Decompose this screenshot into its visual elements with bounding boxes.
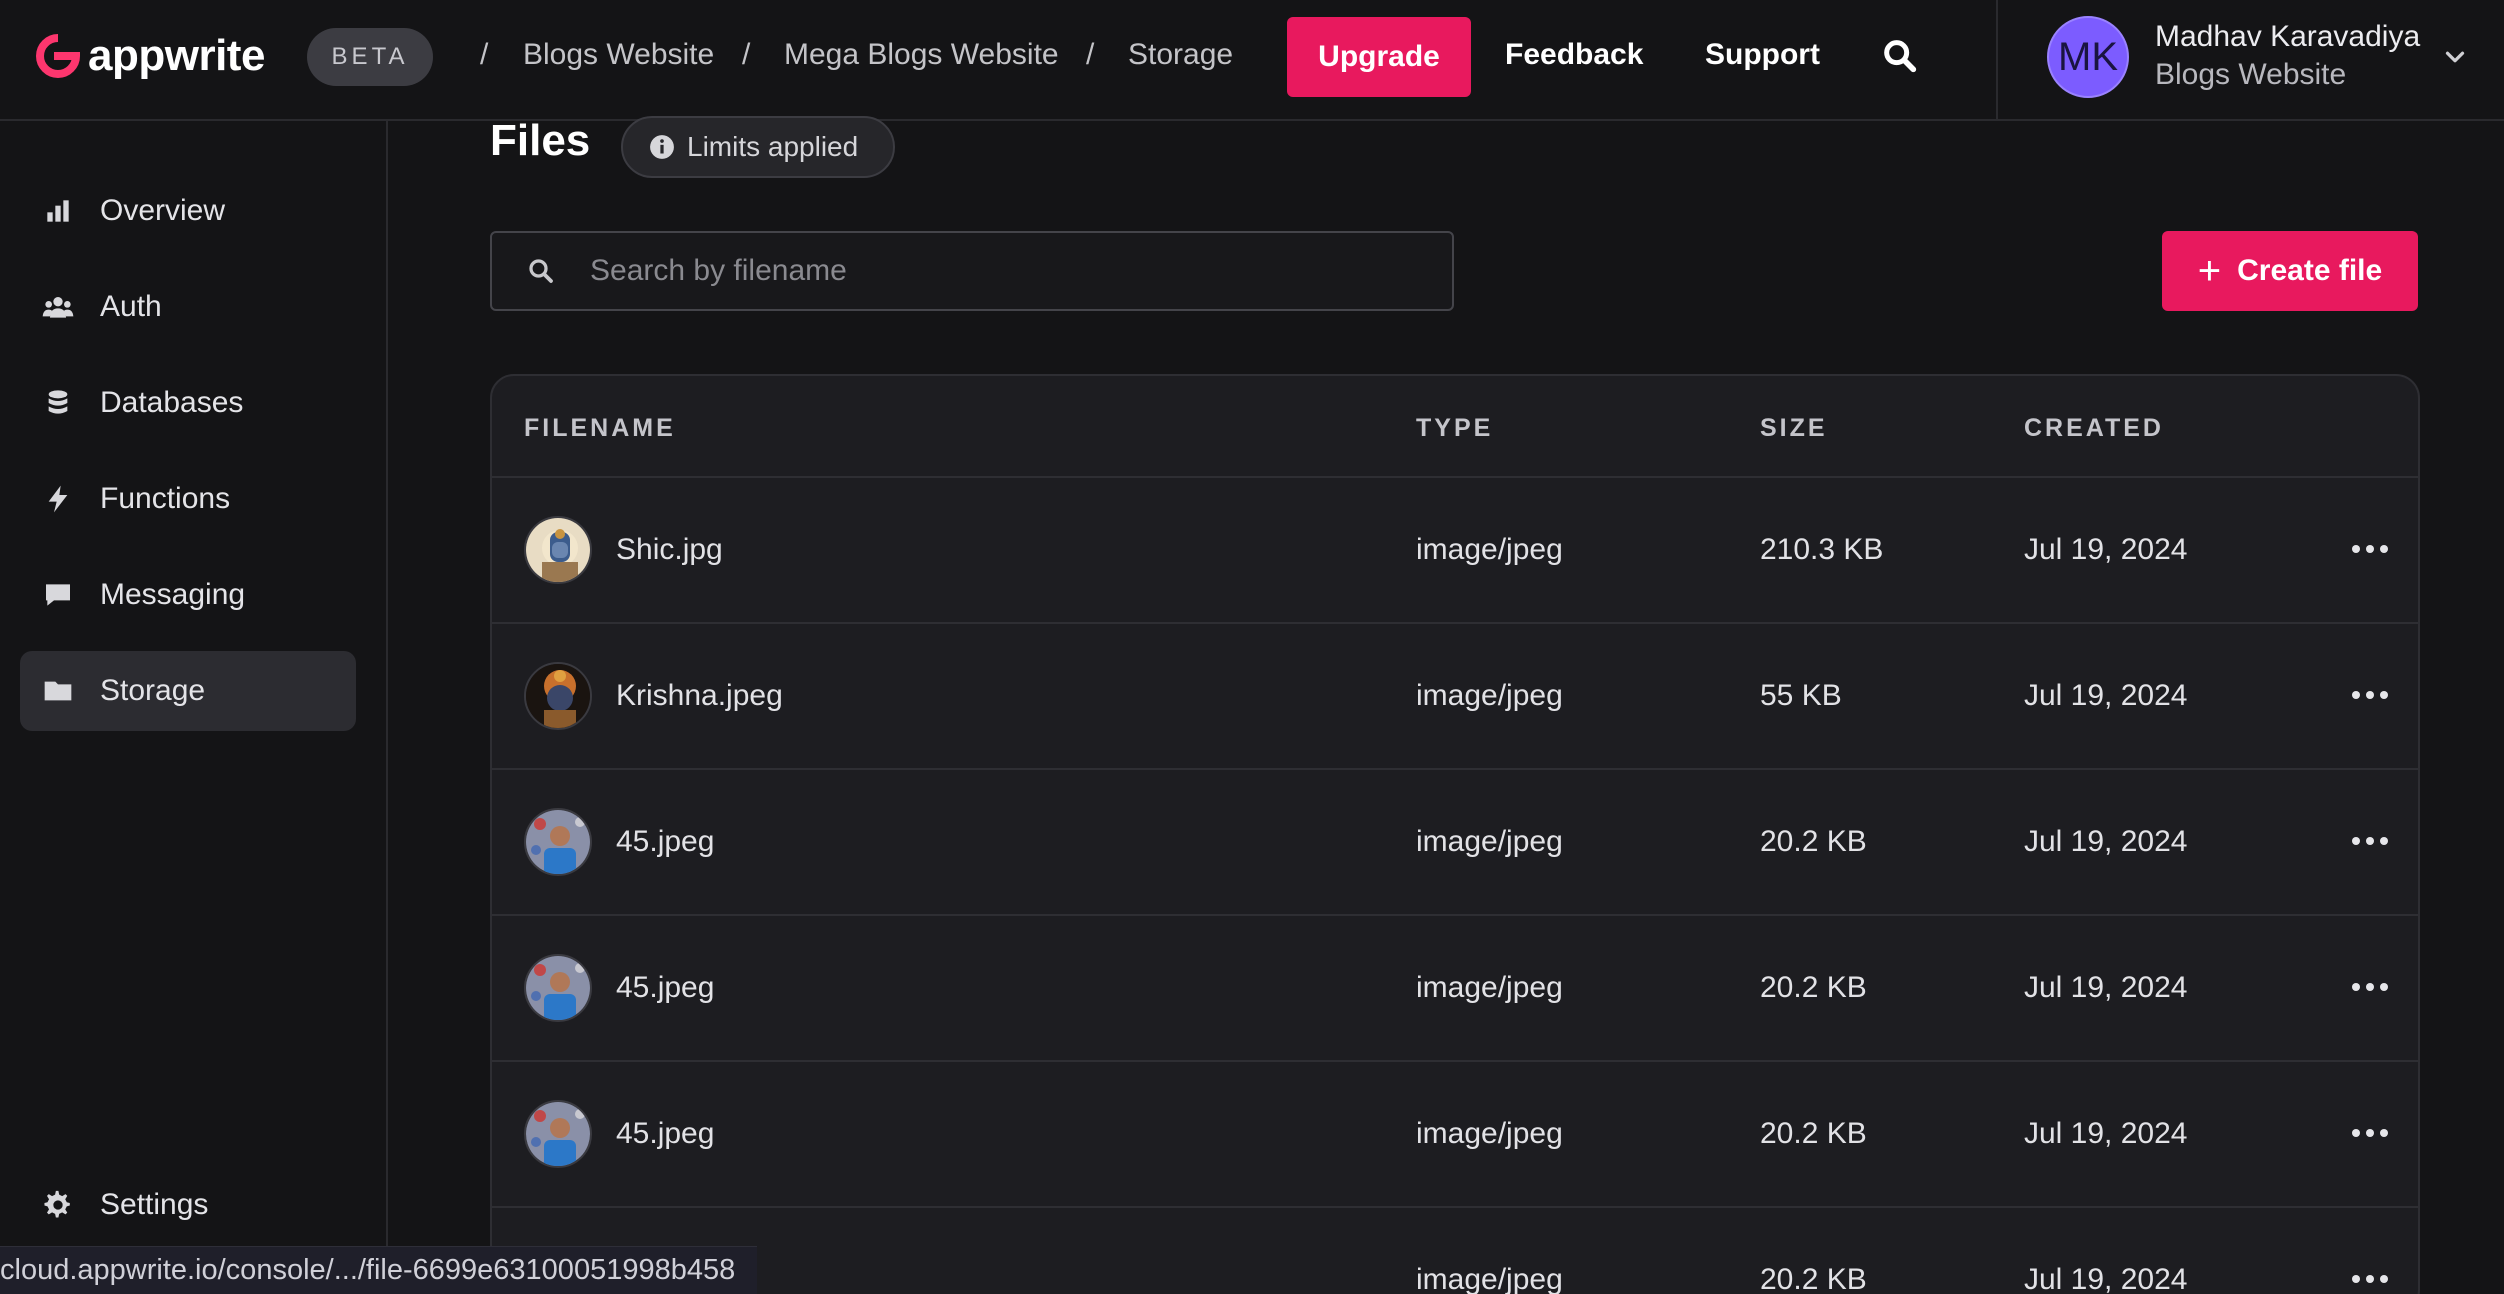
lightning-icon [48, 485, 68, 513]
table-row[interactable]: 45.jpeg image/jpeg 20.2 KB Jul 19, 2024 [492, 770, 2418, 916]
file-size: 55 KB [1760, 679, 1842, 712]
logo-text: appwrite [88, 31, 265, 80]
create-file-label: Create file [2237, 254, 2383, 287]
chat-icon [46, 584, 70, 606]
appwrite-logo[interactable]: appwrite [36, 34, 265, 78]
more-options-icon[interactable] [2352, 1264, 2388, 1294]
beta-badge: BETA [307, 28, 433, 86]
sidebar-item-label: Overview [100, 194, 226, 227]
users-icon [42, 297, 74, 318]
breadcrumb-current[interactable]: Storage [1128, 38, 1233, 72]
table-header: FILENAME TYPE SIZE CREATED [492, 376, 2418, 478]
files-table: FILENAME TYPE SIZE CREATED Shic.jpg imag… [490, 374, 2420, 1294]
file-created: Jul 19, 2024 [2024, 679, 2188, 712]
info-icon [650, 135, 674, 159]
database-icon [48, 390, 68, 414]
table-row[interactable]: 45.jpeg image/jpeg 20.2 KB Jul 19, 2024 [492, 916, 2418, 1062]
sidebar-item-databases[interactable]: Databases [20, 363, 356, 443]
breadcrumb-project[interactable]: Mega Blogs Website [784, 38, 1059, 72]
sidebar-item-label: Auth [100, 290, 162, 323]
upgrade-button[interactable]: Upgrade [1287, 17, 1471, 97]
file-created: Jul 19, 2024 [2024, 971, 2188, 1004]
more-options-icon[interactable] [2352, 1118, 2388, 1148]
file-type: image/jpeg [1416, 825, 1563, 858]
limits-badge-label: Limits applied [687, 131, 859, 162]
sidebar-item-label: Functions [100, 482, 231, 515]
header-divider [1996, 0, 1998, 121]
more-options-icon[interactable] [2352, 972, 2388, 1002]
more-options-icon[interactable] [2352, 534, 2388, 564]
table-row[interactable]: image/jpeg 20.2 KB Jul 19, 2024 [492, 1208, 2418, 1294]
file-type: image/jpeg [1416, 1117, 1563, 1150]
file-name: 45.jpeg [616, 825, 715, 858]
file-size: 20.2 KB [1760, 825, 1867, 858]
breadcrumb-separator: / [742, 38, 751, 71]
file-created: Jul 19, 2024 [2024, 533, 2188, 566]
folder-icon [44, 681, 72, 701]
file-type: image/jpeg [1416, 679, 1563, 712]
feedback-button[interactable]: Feedback [1505, 38, 1643, 72]
file-created: Jul 19, 2024 [2024, 825, 2188, 858]
sidebar: Overview Auth Databases Functions Messag… [0, 121, 388, 1294]
file-size: 20.2 KB [1760, 971, 1867, 1004]
column-header-filename[interactable]: FILENAME [524, 414, 676, 443]
column-header-created[interactable]: CREATED [2024, 414, 2164, 443]
sidebar-item-label: Messaging [100, 578, 246, 611]
table-row[interactable]: Krishna.jpeg image/jpeg 55 KB Jul 19, 20… [492, 624, 2418, 770]
sidebar-item-label: Databases [100, 386, 244, 419]
sidebar-item-functions[interactable]: Functions [20, 459, 356, 539]
plus-icon: + [2197, 249, 2222, 293]
page-title: Files [490, 116, 591, 165]
search-icon [529, 259, 553, 283]
file-thumbnail [524, 1100, 592, 1168]
file-name: 45.jpeg [616, 1117, 715, 1150]
sidebar-item-label: Settings [100, 1188, 209, 1221]
user-project[interactable]: Blogs Website [2155, 58, 2346, 92]
table-row[interactable]: 45.jpeg image/jpeg 20.2 KB Jul 19, 2024 [492, 1062, 2418, 1208]
chart-bar-icon [47, 200, 69, 222]
gear-icon [44, 1190, 70, 1218]
file-created: Jul 19, 2024 [2024, 1117, 2188, 1150]
sidebar-item-label: Storage [100, 674, 206, 707]
breadcrumb-organization[interactable]: Blogs Website [523, 38, 714, 72]
appwrite-logo-icon [36, 34, 80, 78]
sidebar-item-auth[interactable]: Auth [20, 267, 356, 347]
table-row[interactable]: Shic.jpg image/jpeg 210.3 KB Jul 19, 202… [492, 478, 2418, 624]
file-thumbnail [524, 808, 592, 876]
file-size: 20.2 KB [1760, 1263, 1867, 1294]
file-size: 210.3 KB [1760, 533, 1884, 566]
create-file-button[interactable]: + Create file [2162, 231, 2418, 311]
file-type: image/jpeg [1416, 533, 1563, 566]
browser-status-url: cloud.appwrite.io/console/.../file-6699e… [0, 1246, 758, 1294]
avatar[interactable]: MK [2047, 16, 2129, 98]
file-name: 45.jpeg [616, 971, 715, 1004]
file-size: 20.2 KB [1760, 1117, 1867, 1150]
file-thumbnail [524, 662, 592, 730]
chevron-down-icon[interactable] [2440, 42, 2470, 72]
column-header-type[interactable]: TYPE [1416, 414, 1493, 443]
more-options-icon[interactable] [2352, 826, 2388, 856]
file-thumbnail [524, 954, 592, 1022]
breadcrumb-separator: / [1086, 38, 1095, 71]
sidebar-item-storage[interactable]: Storage [20, 651, 356, 731]
sidebar-item-overview[interactable]: Overview [20, 171, 356, 251]
user-name[interactable]: Madhav Karavadiya [2155, 20, 2420, 54]
top-header: appwrite BETA / Blogs Website / Mega Blo… [0, 0, 2504, 121]
column-header-size[interactable]: SIZE [1760, 414, 1828, 443]
file-type: image/jpeg [1416, 971, 1563, 1004]
more-options-icon[interactable] [2352, 680, 2388, 710]
file-created: Jul 19, 2024 [2024, 1263, 2188, 1294]
sidebar-item-messaging[interactable]: Messaging [20, 555, 356, 635]
search-field[interactable] [490, 231, 1454, 311]
support-button[interactable]: Support [1705, 38, 1820, 72]
search-input[interactable] [590, 254, 1410, 288]
breadcrumb-separator: / [480, 38, 489, 71]
file-thumbnail [524, 516, 592, 584]
sidebar-item-settings[interactable]: Settings [20, 1165, 356, 1245]
search-icon[interactable] [1880, 36, 1920, 76]
file-name: Shic.jpg [616, 533, 723, 566]
file-name: Krishna.jpeg [616, 679, 783, 712]
limits-badge[interactable]: Limits applied [621, 116, 895, 178]
file-type: image/jpeg [1416, 1263, 1563, 1294]
